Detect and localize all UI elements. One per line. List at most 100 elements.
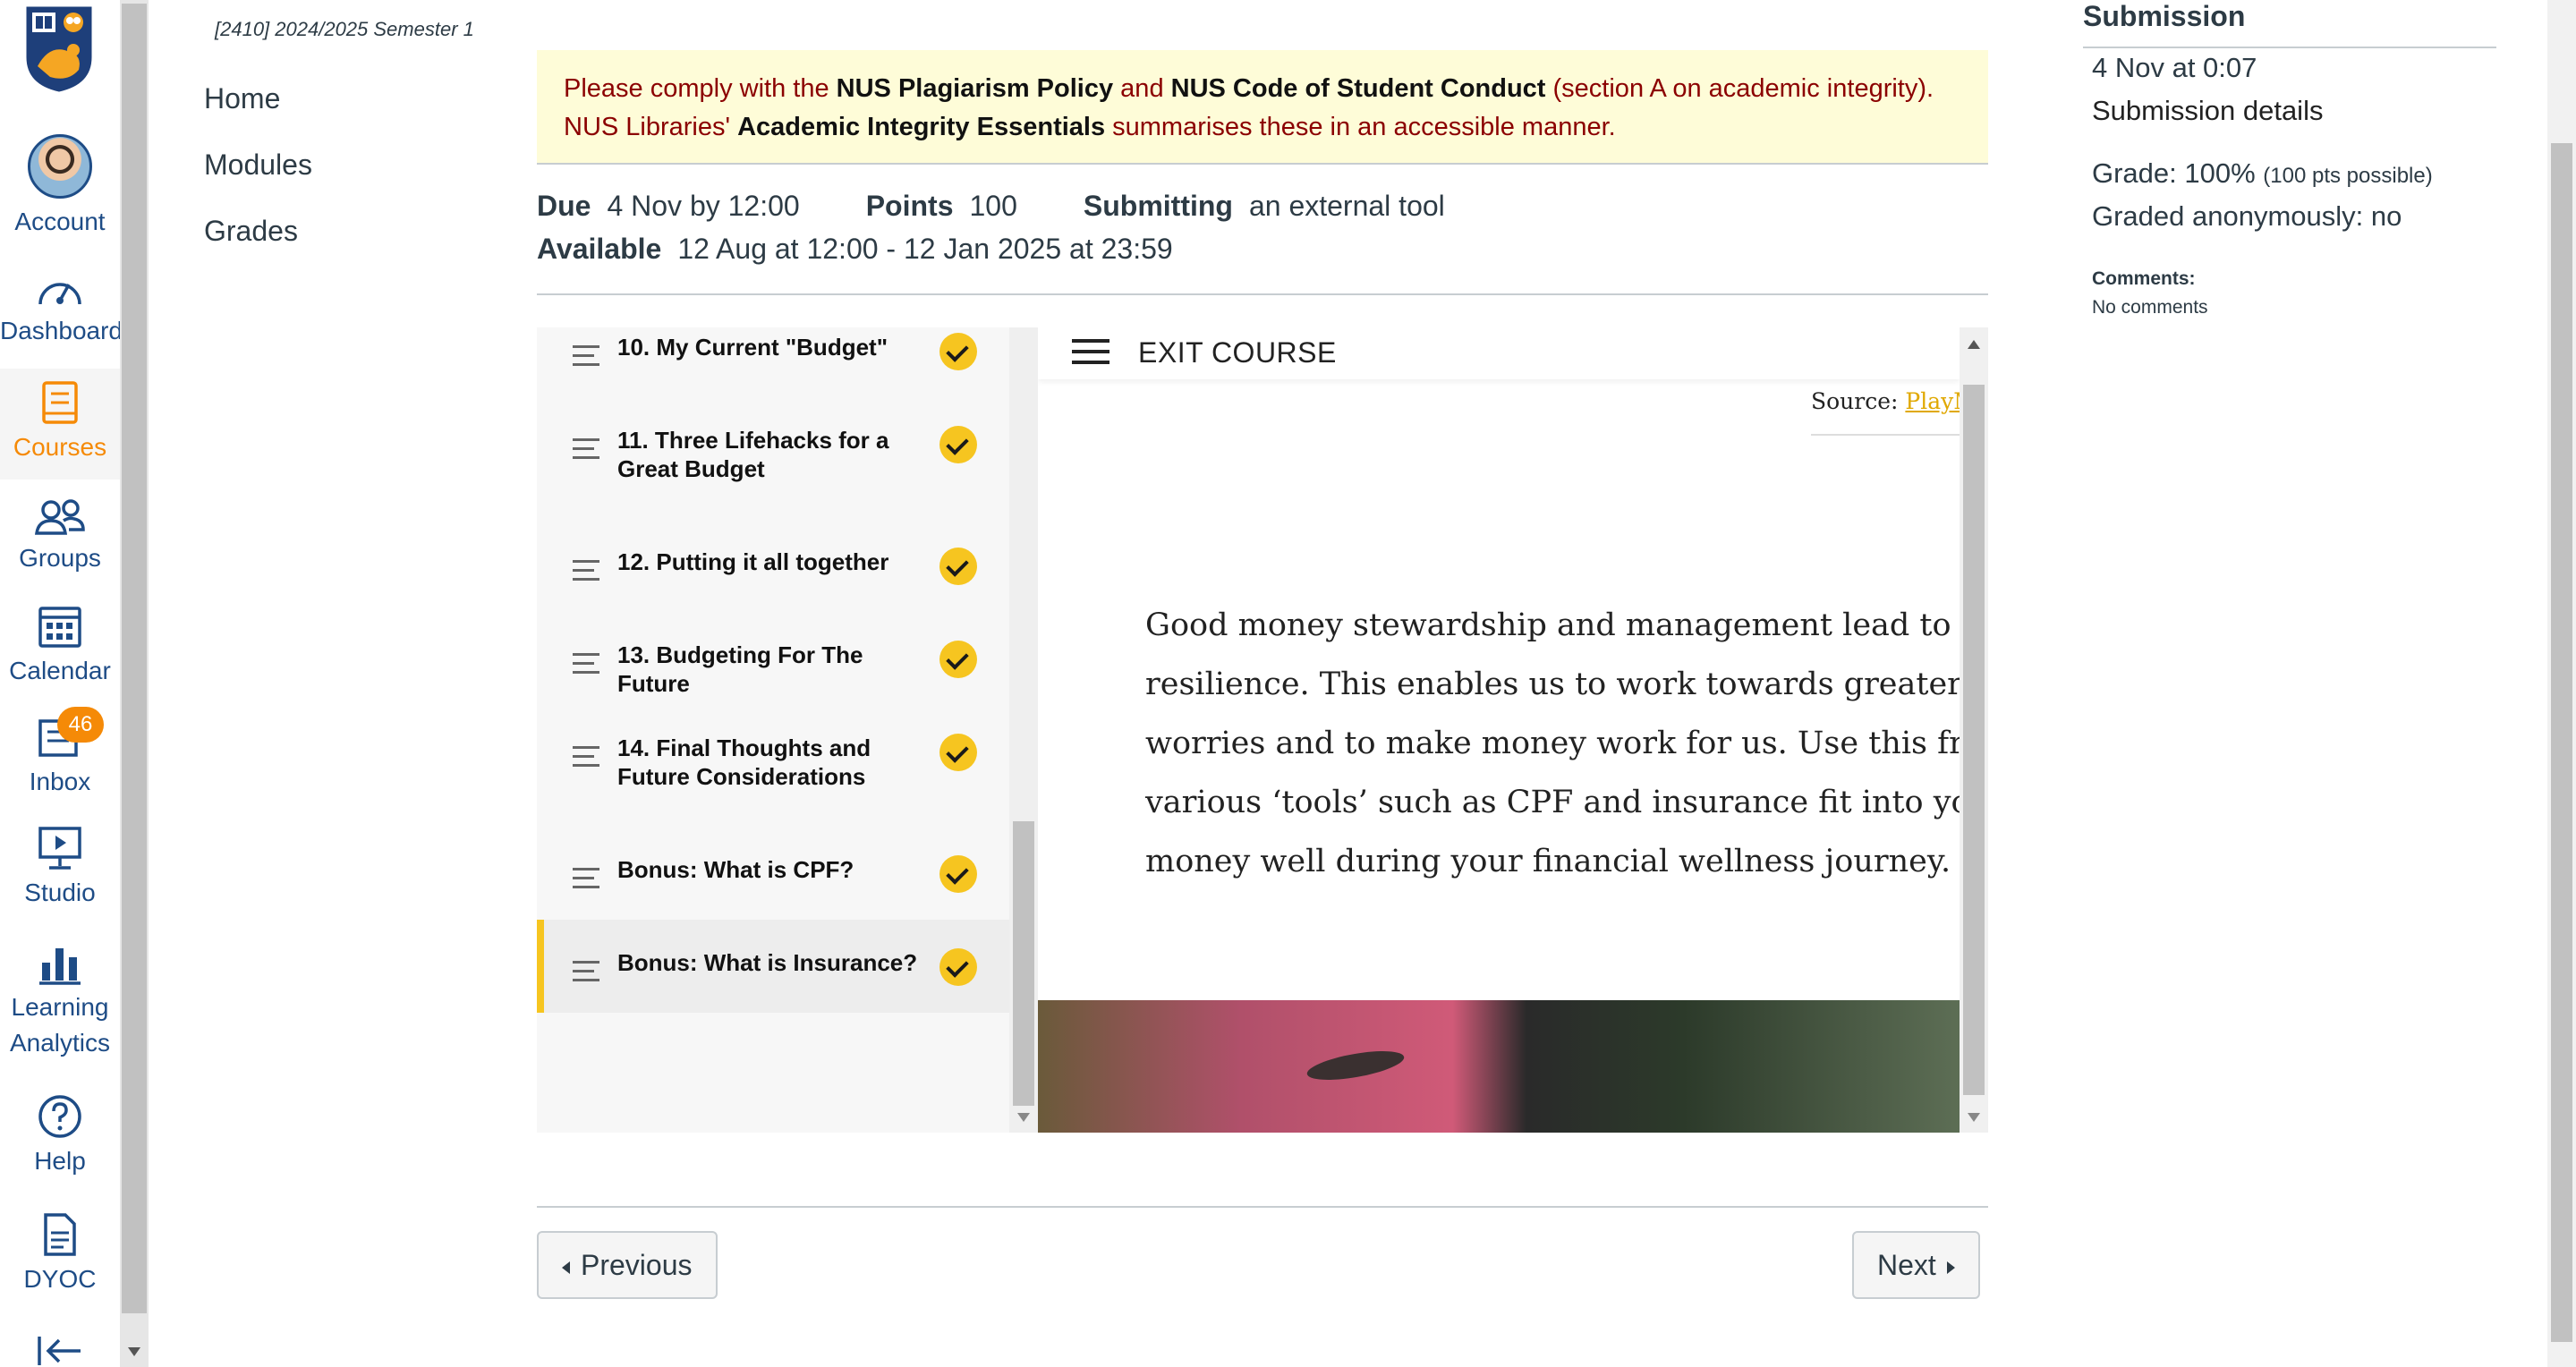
lesson-title: Bonus: What is Insurance? [617, 949, 918, 976]
calendar-icon [38, 607, 81, 648]
notice-text: and [1113, 74, 1171, 103]
nav-help[interactable]: Help [0, 1093, 120, 1179]
nus-logo[interactable] [23, 4, 95, 93]
body-line: money well during your financial wellnes… [1145, 844, 1951, 879]
submitting-value: an external tool [1248, 190, 1445, 222]
nav-groups[interactable]: Groups [0, 497, 120, 576]
points-label: Points [865, 190, 954, 222]
bar-chart-icon [39, 948, 81, 985]
checkmark-icon [939, 426, 977, 463]
course-nav-home[interactable]: Home [204, 82, 280, 115]
source-label: Source: [1811, 388, 1906, 414]
lesson-title: 10. My Current "Budget" [617, 334, 888, 361]
grade-value: Grade: 100% [2092, 157, 2256, 189]
page-scrollbar-thumb[interactable] [2551, 143, 2572, 1342]
exit-course-button[interactable]: EXIT COURSE [1138, 336, 1337, 369]
lesson-list-scrollbar-thumb[interactable] [1013, 821, 1034, 1106]
checkmark-icon [939, 333, 977, 370]
grade-possible: (100 pts possible) [2263, 164, 2433, 188]
lesson-photo [1038, 1000, 1960, 1133]
scroll-down-arrow-icon[interactable] [1017, 1113, 1030, 1122]
nav-learning-analytics-label-2: Analytics [9, 1029, 111, 1057]
nav-account[interactable]: Account [0, 134, 120, 240]
courses-icon [42, 381, 78, 424]
scroll-down-arrow-icon[interactable] [1968, 1113, 1980, 1122]
lesson-item[interactable]: 14. Final Thoughts and Future Considerat… [537, 734, 1009, 791]
lesson-menu-icon [573, 868, 599, 895]
lesson-content: EXIT COURSE Source: PlayM Good money ste… [1038, 327, 1960, 1133]
submission-date: 4 Nov at 0:07 [2092, 52, 2257, 83]
code-of-conduct-link[interactable]: NUS Code of Student Conduct [1171, 74, 1546, 103]
plagiarism-policy-link[interactable]: NUS Plagiarism Policy [837, 74, 1113, 103]
lesson-menu-icon [573, 345, 599, 372]
avatar [28, 134, 92, 199]
nav-inbox-label: Inbox [29, 768, 91, 795]
nav-courses[interactable]: Courses [0, 369, 120, 480]
nav-dashboard-label: Dashboard [0, 317, 123, 344]
nav-dyoc[interactable]: DYOC [0, 1211, 120, 1297]
comments-label: Comments: [2092, 268, 2196, 289]
nav-calendar[interactable]: Calendar [0, 603, 120, 689]
nav-learning-analytics-label-1: Learning [11, 993, 109, 1021]
lesson-menu-icon [573, 560, 599, 587]
due-value: 4 Nov by 12:00 [607, 190, 800, 222]
global-nav-scrollbar[interactable] [120, 0, 149, 1367]
document-icon [44, 1213, 76, 1256]
lesson-list-scrollbar[interactable] [1009, 327, 1038, 1133]
image-source-caption: Source: PlayM [1811, 379, 1960, 436]
scroll-down-arrow-icon[interactable] [128, 1347, 140, 1356]
graded-anonymously: Graded anonymously: no [2092, 200, 2402, 232]
menu-icon[interactable] [1072, 339, 1109, 371]
divider [537, 1206, 1988, 1208]
lesson-item[interactable]: 12. Putting it all together [537, 548, 1009, 587]
integrity-essentials-link[interactable]: Academic Integrity Essentials [737, 113, 1105, 141]
lesson-menu-icon [573, 961, 599, 988]
submission-heading: Submission [2083, 0, 2246, 32]
submitting-label: Submitting [1083, 190, 1233, 222]
lesson-item[interactable]: 13. Budgeting For The Future [537, 641, 1009, 698]
body-line: Good money stewardship and management le… [1145, 607, 1960, 643]
nav-inbox[interactable]: 46 Inbox [0, 707, 120, 800]
lesson-item-active[interactable]: Bonus: What is Insurance? [537, 920, 1009, 1013]
course-nav-modules[interactable]: Modules [204, 149, 312, 182]
global-nav-scrollbar-thumb[interactable] [122, 4, 147, 1313]
source-link[interactable]: PlayM [1905, 388, 1960, 414]
nav-dashboard[interactable]: Dashboard [0, 270, 123, 349]
page-scrollbar[interactable] [2547, 0, 2576, 1367]
collapse-nav-icon[interactable] [36, 1335, 84, 1367]
course-nav-grades[interactable]: Grades [204, 215, 298, 248]
previous-button[interactable]: Previous [537, 1231, 718, 1299]
dashboard-icon [38, 283, 81, 305]
assignment-details-row: Due 4 Nov by 12:00 Points 100 Submitting an e… [537, 190, 1445, 223]
content-scrollbar[interactable] [1960, 327, 1988, 1133]
scroll-up-arrow-icon[interactable] [1968, 340, 1980, 349]
body-line: various ‘tools’ such as CPF and insuranc… [1145, 785, 1960, 820]
submission-details-link[interactable]: Submission details [2092, 95, 2323, 127]
lesson-item[interactable]: 11. Three Lifehacks for a Great Budget [537, 426, 1009, 483]
lesson-title: 13. Budgeting For The Future [617, 641, 863, 697]
lesson-body-text: Good money stewardship and management le… [1145, 596, 1960, 891]
next-button[interactable]: Next [1852, 1231, 1980, 1299]
academic-integrity-notice: Please comply with the NUS Plagiarism Po… [537, 50, 1988, 165]
next-label: Next [1877, 1249, 1936, 1281]
available-label: Available [537, 233, 662, 265]
body-line: worries and to make money work for us. U… [1145, 726, 1960, 761]
content-scrollbar-thumb[interactable] [1963, 385, 1985, 1095]
nav-calendar-label: Calendar [9, 657, 111, 684]
previous-label: Previous [581, 1249, 693, 1281]
nav-help-label: Help [34, 1147, 86, 1175]
divider [2083, 47, 2496, 48]
checkmark-icon [939, 641, 977, 678]
nav-account-label: Account [14, 208, 106, 235]
external-tool-frame[interactable]: 10. My Current "Budget" 11. Three Lifeha… [537, 327, 1988, 1133]
caret-right-icon [1946, 1261, 1955, 1274]
nav-learning-analytics[interactable]: Learning Analytics [0, 945, 120, 1061]
notice-text: Please comply with the [564, 74, 837, 103]
caret-left-icon [562, 1261, 570, 1274]
lesson-topbar: EXIT COURSE [1038, 327, 1960, 379]
lesson-item[interactable]: Bonus: What is CPF? [537, 855, 1009, 895]
nav-studio[interactable]: Studio [0, 825, 120, 911]
lesson-menu-icon [573, 438, 599, 465]
lesson-item[interactable]: 10. My Current "Budget" [537, 333, 1009, 372]
notice-text: summarises these in an accessible manner… [1105, 113, 1616, 141]
